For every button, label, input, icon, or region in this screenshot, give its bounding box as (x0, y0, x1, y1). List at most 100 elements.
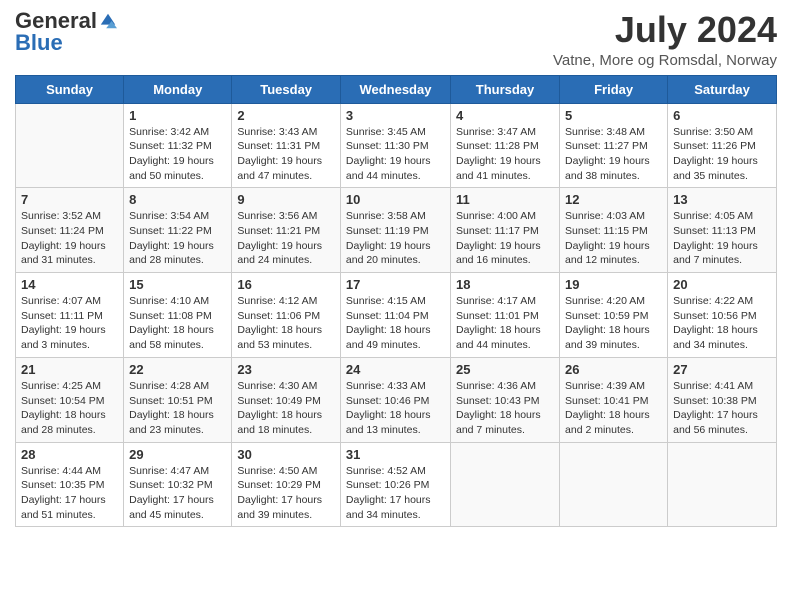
calendar-cell: 16 Sunrise: 4:12 AMSunset: 11:06 PMDaylig… (232, 273, 341, 358)
day-info: Sunrise: 4:39 AMSunset: 10:41 PMDaylight… (565, 379, 662, 438)
day-number: 14 (21, 277, 118, 292)
month-title: July 2024 (553, 10, 777, 50)
day-info: Sunrise: 4:22 AMSunset: 10:56 PMDaylight… (673, 294, 771, 353)
calendar-cell: 28 Sunrise: 4:44 AMSunset: 10:35 PMDaylig… (16, 442, 124, 527)
calendar-week-row: 14 Sunrise: 4:07 AMSunset: 11:11 PMDaylig… (16, 273, 777, 358)
day-number: 25 (456, 362, 554, 377)
calendar-cell: 24Sunrise: 4:33 AMSunset: 10:46 PMDaylig… (340, 357, 450, 442)
calendar-cell: 7Sunrise: 3:52 AMSunset: 11:24 PMDayligh… (16, 188, 124, 273)
day-number: 20 (673, 277, 771, 292)
day-number: 15 (129, 277, 226, 292)
calendar-header-row: SundayMondayTuesdayWednesdayThursdayFrid… (16, 75, 777, 103)
day-number: 18 (456, 277, 554, 292)
calendar-week-row: 21Sunrise: 4:25 AMSunset: 10:54 PMDaylig… (16, 357, 777, 442)
day-info: Sunrise: 4:44 AMSunset: 10:35 PMDaylight… (21, 464, 118, 523)
column-header-thursday: Thursday (451, 75, 560, 103)
day-info: Sunrise: 4:05 AMSunset: 11:13 PMDaylight… (673, 209, 771, 268)
day-info: Sunrise: 4:12 AMSunset: 11:06 PMDaylight… (237, 294, 335, 353)
day-number: 16 (237, 277, 335, 292)
title-area: July 2024 Vatne, More og Romsdal, Norway (553, 10, 777, 69)
day-number: 5 (565, 108, 662, 123)
day-info: Sunrise: 4:52 AMSunset: 10:26 PMDaylight… (346, 464, 445, 523)
location-title: Vatne, More og Romsdal, Norway (553, 52, 777, 69)
day-info: Sunrise: 4:36 AMSunset: 10:43 PMDaylight… (456, 379, 554, 438)
day-number: 9 (237, 192, 335, 207)
day-info: Sunrise: 3:48 AMSunset: 11:27 PMDaylight… (565, 125, 662, 184)
day-number: 4 (456, 108, 554, 123)
calendar-cell: 19 Sunrise: 4:20 AMSunset: 10:59 PMDaylig… (560, 273, 668, 358)
calendar-cell: 1 Sunrise: 3:42 AMSunset: 11:32 PMDayligh… (124, 103, 232, 188)
calendar-cell (451, 442, 560, 527)
day-number: 23 (237, 362, 335, 377)
calendar-cell: 12Sunrise: 4:03 AMSunset: 11:15 PMDaylig… (560, 188, 668, 273)
calendar-cell: 4 Sunrise: 3:47 AMSunset: 11:28 PMDayligh… (451, 103, 560, 188)
day-info: Sunrise: 4:33 AMSunset: 10:46 PMDaylight… (346, 379, 445, 438)
calendar-cell: 25 Sunrise: 4:36 AMSunset: 10:43 PMDaylig… (451, 357, 560, 442)
day-info: Sunrise: 3:47 AMSunset: 11:28 PMDaylight… (456, 125, 554, 184)
calendar-cell: 27Sunrise: 4:41 AMSunset: 10:38 PMDaylig… (668, 357, 777, 442)
day-info: Sunrise: 3:52 AMSunset: 11:24 PMDaylight… (21, 209, 118, 268)
calendar-cell (668, 442, 777, 527)
calendar-cell: 21Sunrise: 4:25 AMSunset: 10:54 PMDaylig… (16, 357, 124, 442)
day-info: Sunrise: 4:20 AMSunset: 10:59 PMDaylight… (565, 294, 662, 353)
logo: General Blue (15, 10, 117, 54)
calendar-cell: 15 Sunrise: 4:10 AMSunset: 11:08 PMDaylig… (124, 273, 232, 358)
day-info: Sunrise: 4:17 AMSunset: 11:01 PMDaylight… (456, 294, 554, 353)
column-header-tuesday: Tuesday (232, 75, 341, 103)
column-header-sunday: Sunday (16, 75, 124, 103)
day-info: Sunrise: 3:54 AMSunset: 11:22 PMDaylight… (129, 209, 226, 268)
day-info: Sunrise: 4:10 AMSunset: 11:08 PMDaylight… (129, 294, 226, 353)
day-info: Sunrise: 3:43 AMSunset: 11:31 PMDaylight… (237, 125, 335, 184)
calendar-cell: 10 Sunrise: 3:58 AMSunset: 11:19 PMDaylig… (340, 188, 450, 273)
day-number: 1 (129, 108, 226, 123)
day-info: Sunrise: 4:15 AMSunset: 11:04 PMDaylight… (346, 294, 445, 353)
day-number: 21 (21, 362, 118, 377)
calendar-cell: 11 Sunrise: 4:00 AMSunset: 11:17 PMDaylig… (451, 188, 560, 273)
calendar-cell: 30Sunrise: 4:50 AMSunset: 10:29 PMDaylig… (232, 442, 341, 527)
day-number: 13 (673, 192, 771, 207)
calendar-cell: 23Sunrise: 4:30 AMSunset: 10:49 PMDaylig… (232, 357, 341, 442)
calendar-cell: 18 Sunrise: 4:17 AMSunset: 11:01 PMDaylig… (451, 273, 560, 358)
calendar-week-row: 1 Sunrise: 3:42 AMSunset: 11:32 PMDayligh… (16, 103, 777, 188)
day-info: Sunrise: 4:00 AMSunset: 11:17 PMDaylight… (456, 209, 554, 268)
page-header: General Blue July 2024 Vatne, More og Ro… (15, 10, 777, 69)
day-number: 17 (346, 277, 445, 292)
calendar-week-row: 28 Sunrise: 4:44 AMSunset: 10:35 PMDaylig… (16, 442, 777, 527)
calendar-week-row: 7Sunrise: 3:52 AMSunset: 11:24 PMDayligh… (16, 188, 777, 273)
calendar-cell: 9 Sunrise: 3:56 AMSunset: 11:21 PMDayligh… (232, 188, 341, 273)
calendar-cell: 13 Sunrise: 4:05 AMSunset: 11:13 PMDaylig… (668, 188, 777, 273)
day-number: 27 (673, 362, 771, 377)
day-info: Sunrise: 4:28 AMSunset: 10:51 PMDaylight… (129, 379, 226, 438)
day-info: Sunrise: 4:07 AMSunset: 11:11 PMDaylight… (21, 294, 118, 353)
day-number: 30 (237, 447, 335, 462)
calendar-cell: 26Sunrise: 4:39 AMSunset: 10:41 PMDaylig… (560, 357, 668, 442)
day-number: 19 (565, 277, 662, 292)
day-number: 8 (129, 192, 226, 207)
calendar-cell: 17 Sunrise: 4:15 AMSunset: 11:04 PMDaylig… (340, 273, 450, 358)
day-info: Sunrise: 3:50 AMSunset: 11:26 PMDaylight… (673, 125, 771, 184)
day-number: 12 (565, 192, 662, 207)
logo-icon (99, 12, 117, 30)
day-number: 2 (237, 108, 335, 123)
calendar-cell: 5 Sunrise: 3:48 AMSunset: 11:27 PMDayligh… (560, 103, 668, 188)
day-info: Sunrise: 4:47 AMSunset: 10:32 PMDaylight… (129, 464, 226, 523)
calendar-cell: 20 Sunrise: 4:22 AMSunset: 10:56 PMDaylig… (668, 273, 777, 358)
column-header-saturday: Saturday (668, 75, 777, 103)
calendar-cell: 3 Sunrise: 3:45 AMSunset: 11:30 PMDayligh… (340, 103, 450, 188)
column-header-wednesday: Wednesday (340, 75, 450, 103)
logo-blue-text: Blue (15, 32, 63, 54)
day-info: Sunrise: 3:58 AMSunset: 11:19 PMDaylight… (346, 209, 445, 268)
day-info: Sunrise: 3:45 AMSunset: 11:30 PMDaylight… (346, 125, 445, 184)
day-number: 3 (346, 108, 445, 123)
calendar-cell: 2 Sunrise: 3:43 AMSunset: 11:31 PMDayligh… (232, 103, 341, 188)
day-info: Sunrise: 3:56 AMSunset: 11:21 PMDaylight… (237, 209, 335, 268)
day-number: 10 (346, 192, 445, 207)
calendar-cell: 29Sunrise: 4:47 AMSunset: 10:32 PMDaylig… (124, 442, 232, 527)
day-number: 6 (673, 108, 771, 123)
calendar-table: SundayMondayTuesdayWednesdayThursdayFrid… (15, 75, 777, 528)
day-info: Sunrise: 3:42 AMSunset: 11:32 PMDaylight… (129, 125, 226, 184)
day-number: 11 (456, 192, 554, 207)
calendar-cell (16, 103, 124, 188)
day-number: 28 (21, 447, 118, 462)
day-number: 31 (346, 447, 445, 462)
